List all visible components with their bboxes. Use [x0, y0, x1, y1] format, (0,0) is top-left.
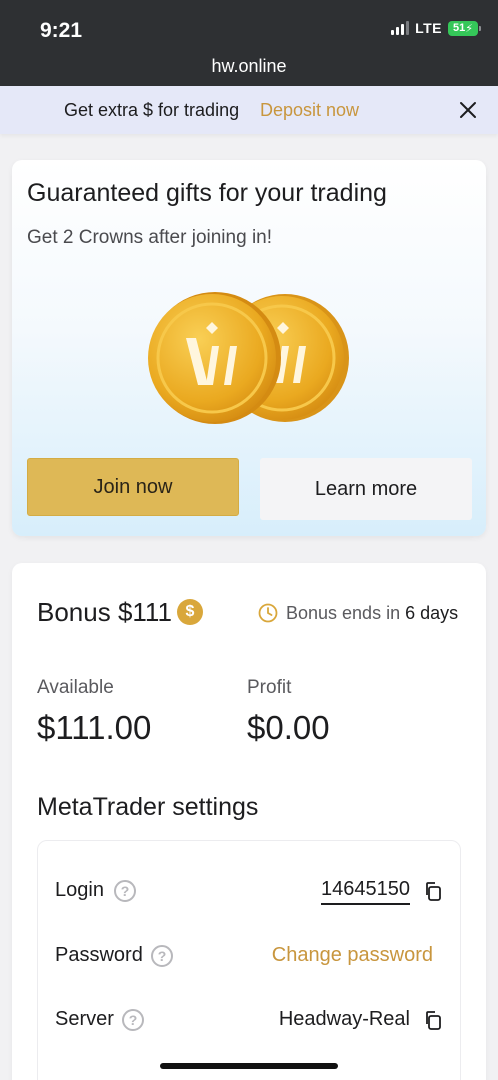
metatrader-settings-box: Login ? 14645150 Password ? Change passw… — [37, 840, 461, 1080]
gift-subtitle: Get 2 Crowns after joining in! — [27, 227, 273, 248]
profit-label: Profit — [247, 677, 292, 698]
copy-icon[interactable] — [423, 881, 443, 901]
bonus-ends-text: Bonus ends in 6 days — [286, 603, 458, 624]
signal-icon — [391, 21, 410, 35]
bonus-card: Bonus $111 $ Bonus ends in 6 days Availa… — [12, 563, 486, 1080]
available-value: $111.00 — [37, 709, 152, 746]
join-now-button[interactable]: Join now — [27, 458, 239, 516]
help-icon[interactable]: ? — [114, 880, 136, 902]
status-indicators: LTE 51 ⚡ — [391, 20, 481, 36]
copy-icon[interactable] — [423, 1010, 443, 1030]
available-label: Available — [37, 677, 114, 698]
help-icon[interactable]: ? — [122, 1009, 144, 1031]
bonus-title: Bonus $111 — [37, 597, 172, 627]
help-icon[interactable]: ? — [151, 945, 173, 967]
url-bar[interactable]: hw.online — [0, 56, 498, 77]
login-label: Login — [55, 879, 104, 901]
battery-level: 51 — [453, 22, 466, 34]
battery-icon: 51 ⚡ — [448, 20, 481, 36]
profit-value: $0.00 — [247, 709, 330, 746]
server-value: Headway-Real — [278, 1008, 410, 1030]
bonus-ends-label: Bonus ends in — [286, 603, 401, 623]
change-password-link[interactable]: Change password — [272, 944, 433, 967]
password-label: Password — [55, 944, 143, 966]
home-indicator[interactable] — [160, 1063, 338, 1069]
gift-card: Guaranteed gifts for your trading Get 2 … — [12, 160, 486, 536]
status-time: 9:21 — [40, 19, 83, 42]
server-label: Server — [55, 1008, 114, 1030]
learn-more-button[interactable]: Learn more — [260, 458, 472, 520]
crown-coins-illustration — [148, 292, 349, 424]
promo-text: Get extra $ for trading — [64, 100, 240, 120]
promo-banner: Get extra $ for trading Deposit now — [0, 86, 498, 134]
gift-title: Guaranteed gifts for your trading — [27, 179, 387, 207]
metatrader-settings-title: MetaTrader settings — [37, 793, 259, 821]
dollar-coin-icon: $ — [177, 599, 203, 625]
browser-top-bar: 9:21 LTE 51 ⚡ hw.online — [0, 0, 498, 86]
network-type: LTE — [415, 20, 442, 36]
login-value[interactable]: 14645150 — [321, 878, 410, 905]
close-icon[interactable] — [456, 98, 480, 122]
bonus-ends-days: 6 days — [405, 603, 459, 623]
clock-icon — [258, 603, 278, 623]
deposit-now-link[interactable]: Deposit now — [260, 100, 359, 121]
